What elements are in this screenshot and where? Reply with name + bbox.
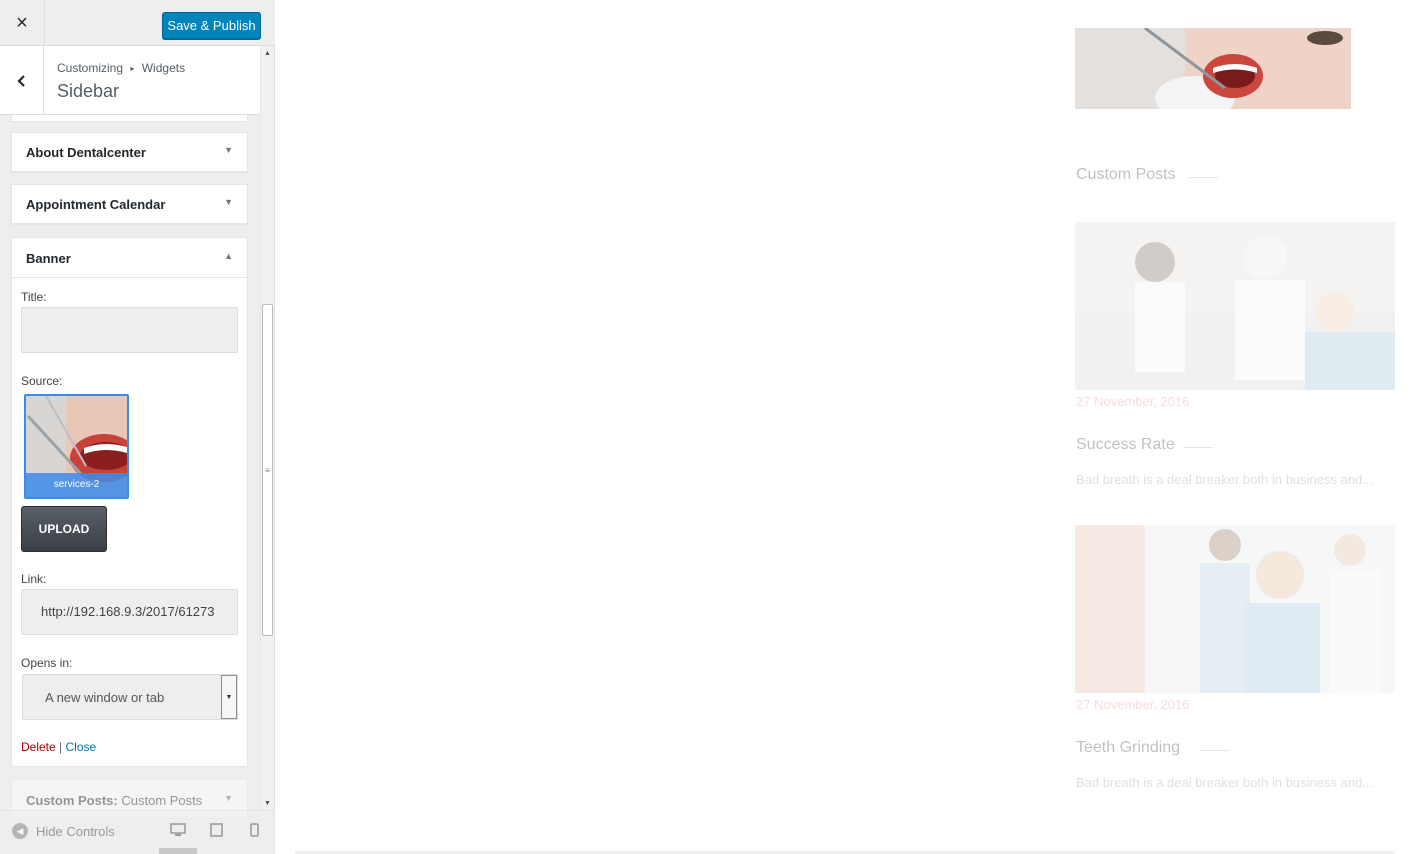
post-title-underline xyxy=(1183,447,1213,448)
link-input[interactable]: http://192.168.9.3/2017/61273 xyxy=(21,589,238,635)
section-header: Customizing ▸ Widgets Sidebar xyxy=(0,46,260,115)
mobile-icon[interactable] xyxy=(250,823,259,837)
widget-title: Banner xyxy=(26,251,71,266)
widget-about-dentalcenter[interactable]: About Dentalcenter ▼ xyxy=(11,132,248,172)
post-title-underline xyxy=(1199,750,1229,751)
desktop-icon[interactable] xyxy=(170,823,186,837)
back-button[interactable] xyxy=(0,46,44,115)
opens-in-label: Opens in: xyxy=(21,656,73,670)
previous-widget-edge xyxy=(11,115,248,122)
close-link[interactable]: Close xyxy=(66,740,97,754)
title-input[interactable] xyxy=(21,307,238,353)
link-field-label: Link: xyxy=(21,572,47,586)
widget-banner: Banner ▲ Title: Source: services-2 UPLOA… xyxy=(11,237,248,767)
customizer-panel: × Save & Publish Customizing ▸ Widgets S… xyxy=(0,0,275,854)
expand-arrow-icon[interactable]: ▼ xyxy=(224,793,233,803)
widget-actions: Delete | Close xyxy=(21,740,96,754)
source-field-label: Source: xyxy=(21,374,63,388)
collapse-arrow-icon: ◀ xyxy=(12,823,28,839)
save-publish-button[interactable]: Save & Publish xyxy=(162,12,261,39)
customizer-footer: ◀ Hide Controls xyxy=(0,810,275,854)
post-date: 27 November, 2016 xyxy=(1076,394,1190,409)
actions-separator: | xyxy=(59,740,63,754)
site-preview[interactable]: Custom Posts 27 November, 2016 Success R… xyxy=(275,0,1419,854)
grip-icon: ≡ xyxy=(265,465,270,475)
scroll-down-icon[interactable]: ▼ xyxy=(261,796,274,810)
post-title[interactable]: Teeth Grinding xyxy=(1076,739,1180,757)
collapse-arrow-icon[interactable]: ▲ xyxy=(224,251,233,261)
widget-title-prefix: Custom Posts: xyxy=(26,793,118,808)
expand-arrow-icon[interactable]: ▼ xyxy=(224,197,233,207)
widget-title: Custom Posts: Custom Posts xyxy=(26,793,202,808)
hide-controls-label: Hide Controls xyxy=(36,823,115,839)
breadcrumb-child: Widgets xyxy=(141,61,186,75)
tablet-icon[interactable] xyxy=(210,823,223,837)
breadcrumb-root: Customizing xyxy=(57,61,124,75)
section-title: Sidebar xyxy=(57,81,120,101)
post-date: 27 November, 2016 xyxy=(1076,697,1190,712)
post-excerpt: Bad breath is a deal breaker both in bus… xyxy=(1076,775,1374,790)
upload-button[interactable]: UPLOAD xyxy=(21,506,107,552)
dental-staff-image xyxy=(1075,525,1395,693)
footer-scroll-indicator xyxy=(159,848,197,854)
source-image-name: services-2 xyxy=(26,473,127,497)
post-image[interactable] xyxy=(1075,222,1395,390)
close-icon: × xyxy=(16,11,28,34)
widget-title: Appointment Calendar xyxy=(26,197,166,212)
customizer-header: × Save & Publish xyxy=(0,0,275,46)
widget-title: About Dentalcenter xyxy=(26,145,146,160)
custom-posts-heading: Custom Posts xyxy=(1076,166,1176,183)
chevron-left-icon xyxy=(16,74,25,87)
widget-title-suffix: Custom Posts xyxy=(121,793,203,808)
post-image[interactable] xyxy=(1075,525,1395,693)
dental-banner-image xyxy=(1075,28,1351,109)
scrollbar-thumb[interactable]: ≡ xyxy=(262,304,273,636)
dental-clinic-image xyxy=(1075,222,1395,390)
dropdown-arrow-icon[interactable]: ▼ xyxy=(221,675,237,719)
heading-underline xyxy=(1188,177,1218,178)
breadcrumb-separator-icon: ▸ xyxy=(130,64,135,73)
scroll-up-icon[interactable]: ▲ xyxy=(261,46,274,60)
expand-arrow-icon[interactable]: ▼ xyxy=(224,145,233,155)
post-title[interactable]: Success Rate xyxy=(1076,436,1175,454)
widget-banner-header[interactable]: Banner ▲ xyxy=(12,238,247,278)
hide-controls-button[interactable]: ◀ Hide Controls xyxy=(12,823,115,839)
opens-in-select[interactable]: A new window or tab ▼ xyxy=(22,674,238,720)
banner-image[interactable] xyxy=(1075,28,1351,109)
title-field-label: Title: xyxy=(21,290,47,304)
widget-appointment-calendar[interactable]: Appointment Calendar ▼ xyxy=(11,184,248,224)
opens-in-value: A new window or tab xyxy=(45,690,165,705)
source-image-thumbnail[interactable]: services-2 xyxy=(24,394,129,499)
close-customizer-button[interactable]: × xyxy=(0,0,45,46)
scrollbar[interactable]: ▲ ≡ ▼ xyxy=(260,46,274,810)
post-excerpt: Bad breath is a deal breaker both in bus… xyxy=(1076,472,1374,487)
delete-link[interactable]: Delete xyxy=(21,740,56,754)
breadcrumb: Customizing ▸ Widgets xyxy=(57,61,185,75)
